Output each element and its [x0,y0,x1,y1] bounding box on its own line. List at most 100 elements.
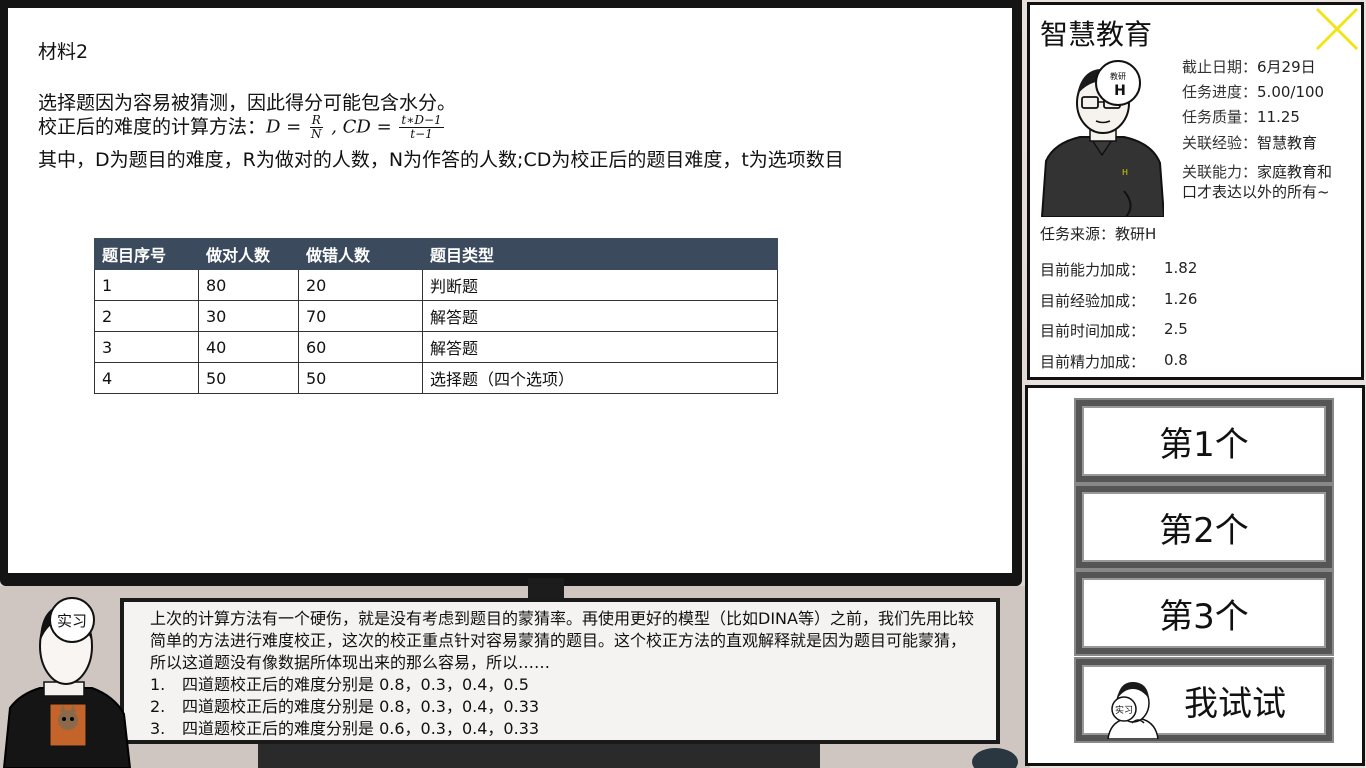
try-myself-button[interactable]: 实习 我试试 [1076,659,1332,741]
formula-cd-lhs: CD = [342,116,398,138]
answer-option-3: 3. 四道题校正后的难度分别是 0.6，0.3，0.4，0.33 [150,718,980,740]
related-exp-row: 关联经验：智慧教育 [1182,132,1317,153]
option-text: 四道题校正后的难度分别是 0.8，0.3，0.4，0.33 [182,697,540,716]
table-cell: 70 [298,300,423,332]
table-row: 1 80 20 判断题 [94,269,778,301]
choice-button-2[interactable]: 第2个 [1076,486,1332,568]
progress-value: 5.00/100 [1257,83,1325,101]
bonus-label: 目前精力加成： [1040,353,1146,371]
teacher-badge-text: 教研 [1110,71,1126,81]
material-line-2: 校正后的难度的计算方法：D = RN , CD = t∗D−1 t−1 [38,112,446,141]
table-header: 做错人数 [298,238,423,270]
related-exp-value: 智慧教育 [1257,134,1318,152]
option-text: 四道题校正后的难度分别是 0.6，0.3，0.4，0.33 [182,719,540,738]
table-cell: 3 [94,331,199,363]
table-cell: 60 [298,331,423,363]
fraction-denominator: t−1 [410,127,433,141]
option-number: 1. [150,675,166,694]
table-cell: 20 [298,269,423,301]
material-title: 材料2 [38,41,89,63]
related-exp-label: 关联经验： [1182,134,1258,152]
question-stats-table: 题目序号 做对人数 做错人数 题目类型 1 80 20 判断题 2 30 70 [94,238,778,394]
choice-button-1[interactable]: 第1个 [1076,400,1332,482]
dialogue-box: 上次的计算方法有一个硬伤，就是没有考虑到题目的蒙猜率。再使用更好的模型（比如DI… [120,598,1000,744]
answer-option-2: 2. 四道题校正后的难度分别是 0.8，0.3，0.4，0.33 [150,696,980,718]
quality-value: 11.25 [1257,108,1300,126]
fraction-denominator: N [310,127,322,141]
table-cell: 解答题 [422,331,778,363]
intern-badge-text: 实习 [1115,704,1133,716]
choice-panel: 第1个 第2个 第3个 实习 我试试 [1025,385,1365,766]
task-title: 智慧教育 [1040,18,1153,51]
table-cell: 1 [94,269,199,301]
try-myself-label: 我试试 [1184,683,1286,724]
close-icon[interactable] [1311,5,1361,53]
option-number: 3. [150,719,166,738]
task-panel: 智慧教育 教研 H H 截止日期：6月29日 任务进度：5.00/100 任务质… [1027,2,1364,380]
bonus-value: 0.8 [1164,351,1188,369]
difficulty-formula: D = RN , CD = t∗D−1 t−1 [266,114,446,141]
table-cell: 解答题 [422,300,778,332]
bonus-label: 目前经验加成： [1040,292,1146,310]
table-cell: 40 [198,331,299,363]
deadline-value: 6月29日 [1257,58,1316,76]
deadline-label: 截止日期： [1182,58,1258,76]
intern-avatar-icon: 实习 [1107,681,1159,739]
table-cell: 50 [198,362,299,394]
table-cell: 2 [94,300,199,332]
table-header: 题目序号 [94,238,199,270]
exp-bonus-row: 目前经验加成： 1.26 [1040,290,1197,311]
table-cell: 50 [298,362,423,394]
intern-character: 实习 [2,597,132,768]
bonus-value: 1.82 [1164,259,1198,277]
table-header-row: 题目序号 做对人数 做错人数 题目类型 [94,238,778,270]
quality-row: 任务质量：11.25 [1182,106,1300,127]
choice-button-3[interactable]: 第3个 [1076,572,1332,654]
table-row: 3 40 60 解答题 [94,331,778,363]
table-cell: 30 [198,300,299,332]
table-row: 4 50 50 选择题（四个选项） [94,362,778,394]
material-line-3: 其中，D为题目的难度，R为做对的人数，N为作答的人数;CD为校正后的题目难度，t… [38,149,844,171]
formula-prefix: 校正后的难度的计算方法： [38,116,267,138]
table-cell: 80 [198,269,299,301]
svg-text:H: H [1122,168,1128,177]
table-header: 做对人数 [198,238,299,270]
option-text: 四道题校正后的难度分别是 0.8，0.3，0.4，0.5 [182,675,529,694]
formula-d-lhs: D = [266,116,307,138]
fraction-r-over-n: RN [309,114,324,141]
quality-label: 任务质量： [1182,108,1258,126]
formula-separator: , [325,116,343,138]
bonus-label: 目前能力加成： [1040,261,1146,279]
dialogue-intro: 上次的计算方法有一个硬伤，就是没有考虑到题目的蒙猜率。再使用更好的模型（比如DI… [150,609,974,672]
bonus-label: 目前时间加成： [1040,322,1146,340]
keyboard [258,740,820,768]
table-cell: 选择题（四个选项） [422,362,778,394]
intern-badge-text: 实习 [57,612,87,630]
table-row: 2 30 70 解答题 [94,300,778,332]
related-ability-row: 关联能力：家庭教育和 [1182,161,1332,182]
dialogue-text: 上次的计算方法有一个硬伤，就是没有考虑到题目的蒙猜率。再使用更好的模型（比如DI… [150,608,980,740]
mouse [972,748,1018,768]
table-cell: 判断题 [422,269,778,301]
table-cell: 4 [94,362,199,394]
option-number: 2. [150,697,166,716]
related-ability-label: 关联能力： [1182,163,1258,181]
ability-bonus-row: 目前能力加成： 1.82 [1040,259,1197,280]
fraction-cd: t∗D−1 t−1 [399,113,444,141]
energy-bonus-row: 目前精力加成： 0.8 [1040,351,1188,372]
progress-row: 任务进度：5.00/100 [1182,81,1324,102]
related-ability-row-cont: 口才表达以外的所有~ [1182,181,1330,202]
time-bonus-row: 目前时间加成： 2.5 [1040,320,1188,341]
task-source: 任务来源：教研H [1040,225,1157,243]
fraction-numerator: t∗D−1 [399,113,444,128]
related-ability-value-cont: 口才表达以外的所有~ [1182,183,1330,201]
answer-option-1: 1. 四道题校正后的难度分别是 0.8，0.3，0.4，0.5 [150,674,980,696]
teacher-portrait: 教研 H H [1040,60,1164,217]
game-stage: 材料2 选择题因为容易被猜测，因此得分可能包含水分。 校正后的难度的计算方法：D… [0,0,1366,768]
fraction-numerator: R [309,113,323,128]
related-ability-value: 家庭教育和 [1257,163,1333,181]
monitor: 材料2 选择题因为容易被猜测，因此得分可能包含水分。 校正后的难度的计算方法：D… [0,0,1022,586]
teacher-badge-h: H [1114,83,1126,99]
deadline-row: 截止日期：6月29日 [1182,56,1316,77]
material-line-1: 选择题因为容易被猜测，因此得分可能包含水分。 [38,92,457,114]
